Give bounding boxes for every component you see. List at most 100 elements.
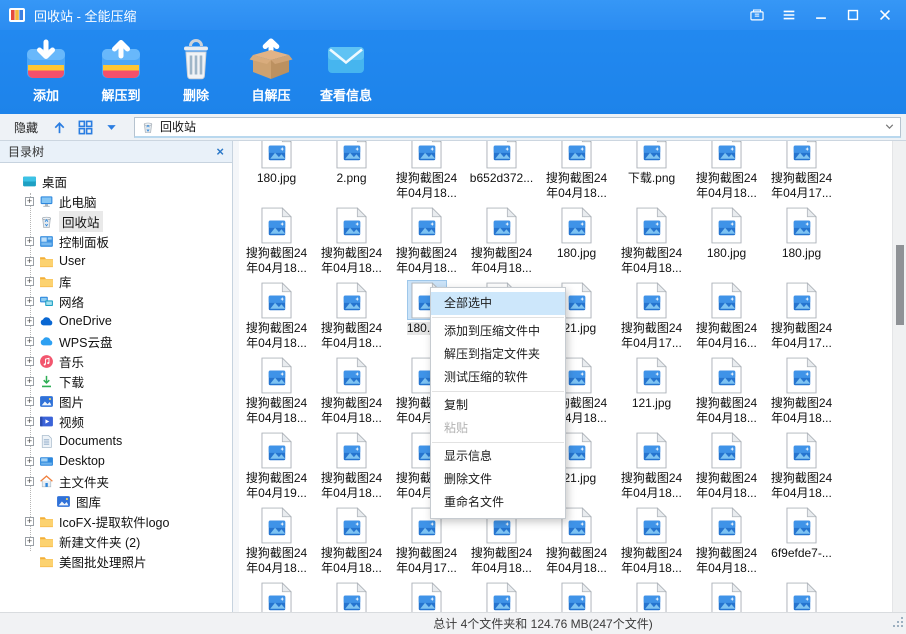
close-icon[interactable] — [872, 4, 898, 26]
tree-item-onedrive[interactable]: +OneDrive — [0, 311, 232, 331]
feedback-mail-icon[interactable] — [744, 4, 770, 26]
expand-plus-icon[interactable]: + — [25, 277, 34, 286]
file-item[interactable]: 搜狗截图24年04月18... — [689, 141, 764, 200]
file-item[interactable]: 搜狗截图24年04月18... — [314, 205, 389, 275]
tree-item-pictures[interactable]: +图片 — [0, 391, 232, 411]
menu-item-测试压缩的软件[interactable]: 测试压缩的软件 — [431, 366, 565, 389]
hide-sidebar-button[interactable]: 隐藏 — [6, 117, 46, 138]
toolbar-view-info-button[interactable]: 查看信息 — [314, 34, 378, 108]
file-item[interactable]: 下载.png — [614, 141, 689, 187]
vertical-scrollbar[interactable] — [892, 141, 906, 612]
scrollbar-thumb[interactable] — [896, 245, 904, 325]
tree-item-user[interactable]: +User — [0, 251, 232, 271]
file-item[interactable] — [314, 580, 389, 612]
file-item[interactable]: 搜狗截图24年04月18... — [389, 205, 464, 275]
grid-view-icon[interactable] — [72, 116, 98, 138]
file-item[interactable]: 121.jpg — [614, 355, 689, 412]
file-item[interactable]: 搜狗截图24年04月18... — [239, 505, 314, 575]
menu-item-复制[interactable]: 复制 — [431, 394, 565, 417]
file-item[interactable]: 搜狗截图24年04月19... — [239, 430, 314, 500]
file-item[interactable]: 搜狗截图24年04月18... — [314, 505, 389, 575]
menu-icon[interactable] — [776, 4, 802, 26]
file-item[interactable]: 搜狗截图24年04月17... — [764, 141, 839, 200]
expand-plus-icon[interactable]: + — [25, 297, 34, 306]
toolbar-delete-button[interactable]: 删除 — [164, 34, 228, 108]
up-level-icon[interactable] — [46, 116, 72, 138]
file-item[interactable] — [689, 580, 764, 612]
expand-plus-icon[interactable]: + — [25, 417, 34, 426]
expand-plus-icon[interactable]: + — [25, 257, 34, 266]
expand-plus-icon[interactable]: + — [25, 237, 34, 246]
expand-plus-icon[interactable]: + — [25, 457, 34, 466]
tree-item-recycle-bin[interactable]: 回收站 — [0, 211, 232, 231]
file-item[interactable]: 搜狗截图24年04月18... — [614, 505, 689, 575]
file-item[interactable]: 搜狗截图24年04月18... — [389, 141, 464, 200]
menu-item-全部选中[interactable]: 全部选中 — [431, 292, 565, 315]
file-item[interactable]: 搜狗截图24年04月18... — [239, 280, 314, 350]
maximize-icon[interactable] — [840, 4, 866, 26]
expand-plus-icon[interactable]: + — [25, 197, 34, 206]
toolbar-extract-to-button[interactable]: 解压到 — [89, 34, 153, 108]
expand-plus-icon[interactable]: + — [25, 437, 34, 446]
file-item[interactable]: 搜狗截图24年04月18... — [314, 280, 389, 350]
tree-item-desktop-root[interactable]: 桌面 — [0, 171, 232, 191]
file-item[interactable]: 搜狗截图24年04月16... — [689, 280, 764, 350]
menu-item-重命名文件[interactable]: 重命名文件 — [431, 491, 565, 514]
file-item[interactable] — [464, 580, 539, 612]
tree-item-wps-cloud[interactable]: +WPS云盘 — [0, 331, 232, 351]
expand-plus-icon[interactable]: + — [25, 397, 34, 406]
file-item[interactable]: 搜狗截图24年04月18... — [764, 355, 839, 425]
file-item[interactable]: 搜狗截图24年04月18... — [314, 430, 389, 500]
file-item[interactable]: 180.jpg — [764, 205, 839, 262]
file-item[interactable]: 6f9efde7-... — [764, 505, 839, 562]
tree-item-desktop[interactable]: +Desktop — [0, 451, 232, 471]
file-item[interactable]: 180.jpg — [689, 205, 764, 262]
file-item[interactable] — [389, 580, 464, 612]
file-item[interactable]: 搜狗截图24年04月18... — [764, 430, 839, 500]
file-item[interactable]: 搜狗截图24年04月18... — [689, 355, 764, 425]
file-item[interactable]: 搜狗截图24年04月18... — [614, 430, 689, 500]
expand-plus-icon[interactable]: + — [25, 357, 34, 366]
tree-item-documents[interactable]: +Documents — [0, 431, 232, 451]
file-item[interactable]: 搜狗截图24年04月18... — [239, 205, 314, 275]
tree-item-icofx[interactable]: +IcoFX-提取软件logo — [0, 511, 232, 531]
tree-item-meitu[interactable]: 美图批处理照片 — [0, 551, 232, 571]
tree-item-this-pc[interactable]: +此电脑 — [0, 191, 232, 211]
menu-item-解压到指定文件夹[interactable]: 解压到指定文件夹 — [431, 343, 565, 366]
expand-plus-icon[interactable]: + — [25, 337, 34, 346]
file-item[interactable]: 搜狗截图24年04月18... — [689, 505, 764, 575]
file-item[interactable]: 2.png — [314, 141, 389, 187]
minimize-icon[interactable] — [808, 4, 834, 26]
file-item[interactable]: 180.jpg — [539, 205, 614, 262]
resize-grip-icon[interactable] — [892, 617, 904, 632]
chevron-down-icon[interactable] — [883, 120, 896, 133]
expand-plus-icon[interactable]: + — [25, 517, 34, 526]
tree-item-downloads[interactable]: +下载 — [0, 371, 232, 391]
tree-item-music[interactable]: +音乐 — [0, 351, 232, 371]
file-item[interactable]: 搜狗截图24年04月17... — [764, 280, 839, 350]
toolbar-self-extract-button[interactable]: 自解压 — [239, 34, 303, 108]
menu-item-删除文件[interactable]: 删除文件 — [431, 468, 565, 491]
expand-plus-icon[interactable]: + — [25, 377, 34, 386]
menu-item-添加到压缩文件中[interactable]: 添加到压缩文件中 — [431, 320, 565, 343]
tree-item-gallery[interactable]: 图库 — [0, 491, 232, 511]
file-item[interactable]: 搜狗截图24年04月18... — [539, 141, 614, 200]
tree-item-network[interactable]: +网络 — [0, 291, 232, 311]
file-item[interactable]: 搜狗截图24年04月18... — [314, 355, 389, 425]
address-path-input[interactable]: 回收站 — [134, 117, 901, 138]
file-item[interactable]: 180.jpg — [239, 141, 314, 187]
file-item[interactable] — [539, 580, 614, 612]
file-item[interactable] — [764, 580, 839, 612]
file-item[interactable]: 搜狗截图24年04月18... — [239, 355, 314, 425]
file-item[interactable] — [614, 580, 689, 612]
file-item[interactable]: b652d372... — [464, 141, 539, 187]
tree-item-library[interactable]: +库 — [0, 271, 232, 291]
menu-item-显示信息[interactable]: 显示信息 — [431, 445, 565, 468]
expand-plus-icon[interactable]: + — [25, 477, 34, 486]
tree-item-new-folder[interactable]: +新建文件夹 (2) — [0, 531, 232, 551]
tree-item-home-folder[interactable]: +主文件夹 — [0, 471, 232, 491]
file-item[interactable]: 搜狗截图24年04月18... — [689, 430, 764, 500]
expand-plus-icon[interactable]: + — [25, 537, 34, 546]
file-item[interactable]: 搜狗截图24年04月18... — [614, 205, 689, 275]
caret-down-icon[interactable] — [98, 116, 124, 138]
